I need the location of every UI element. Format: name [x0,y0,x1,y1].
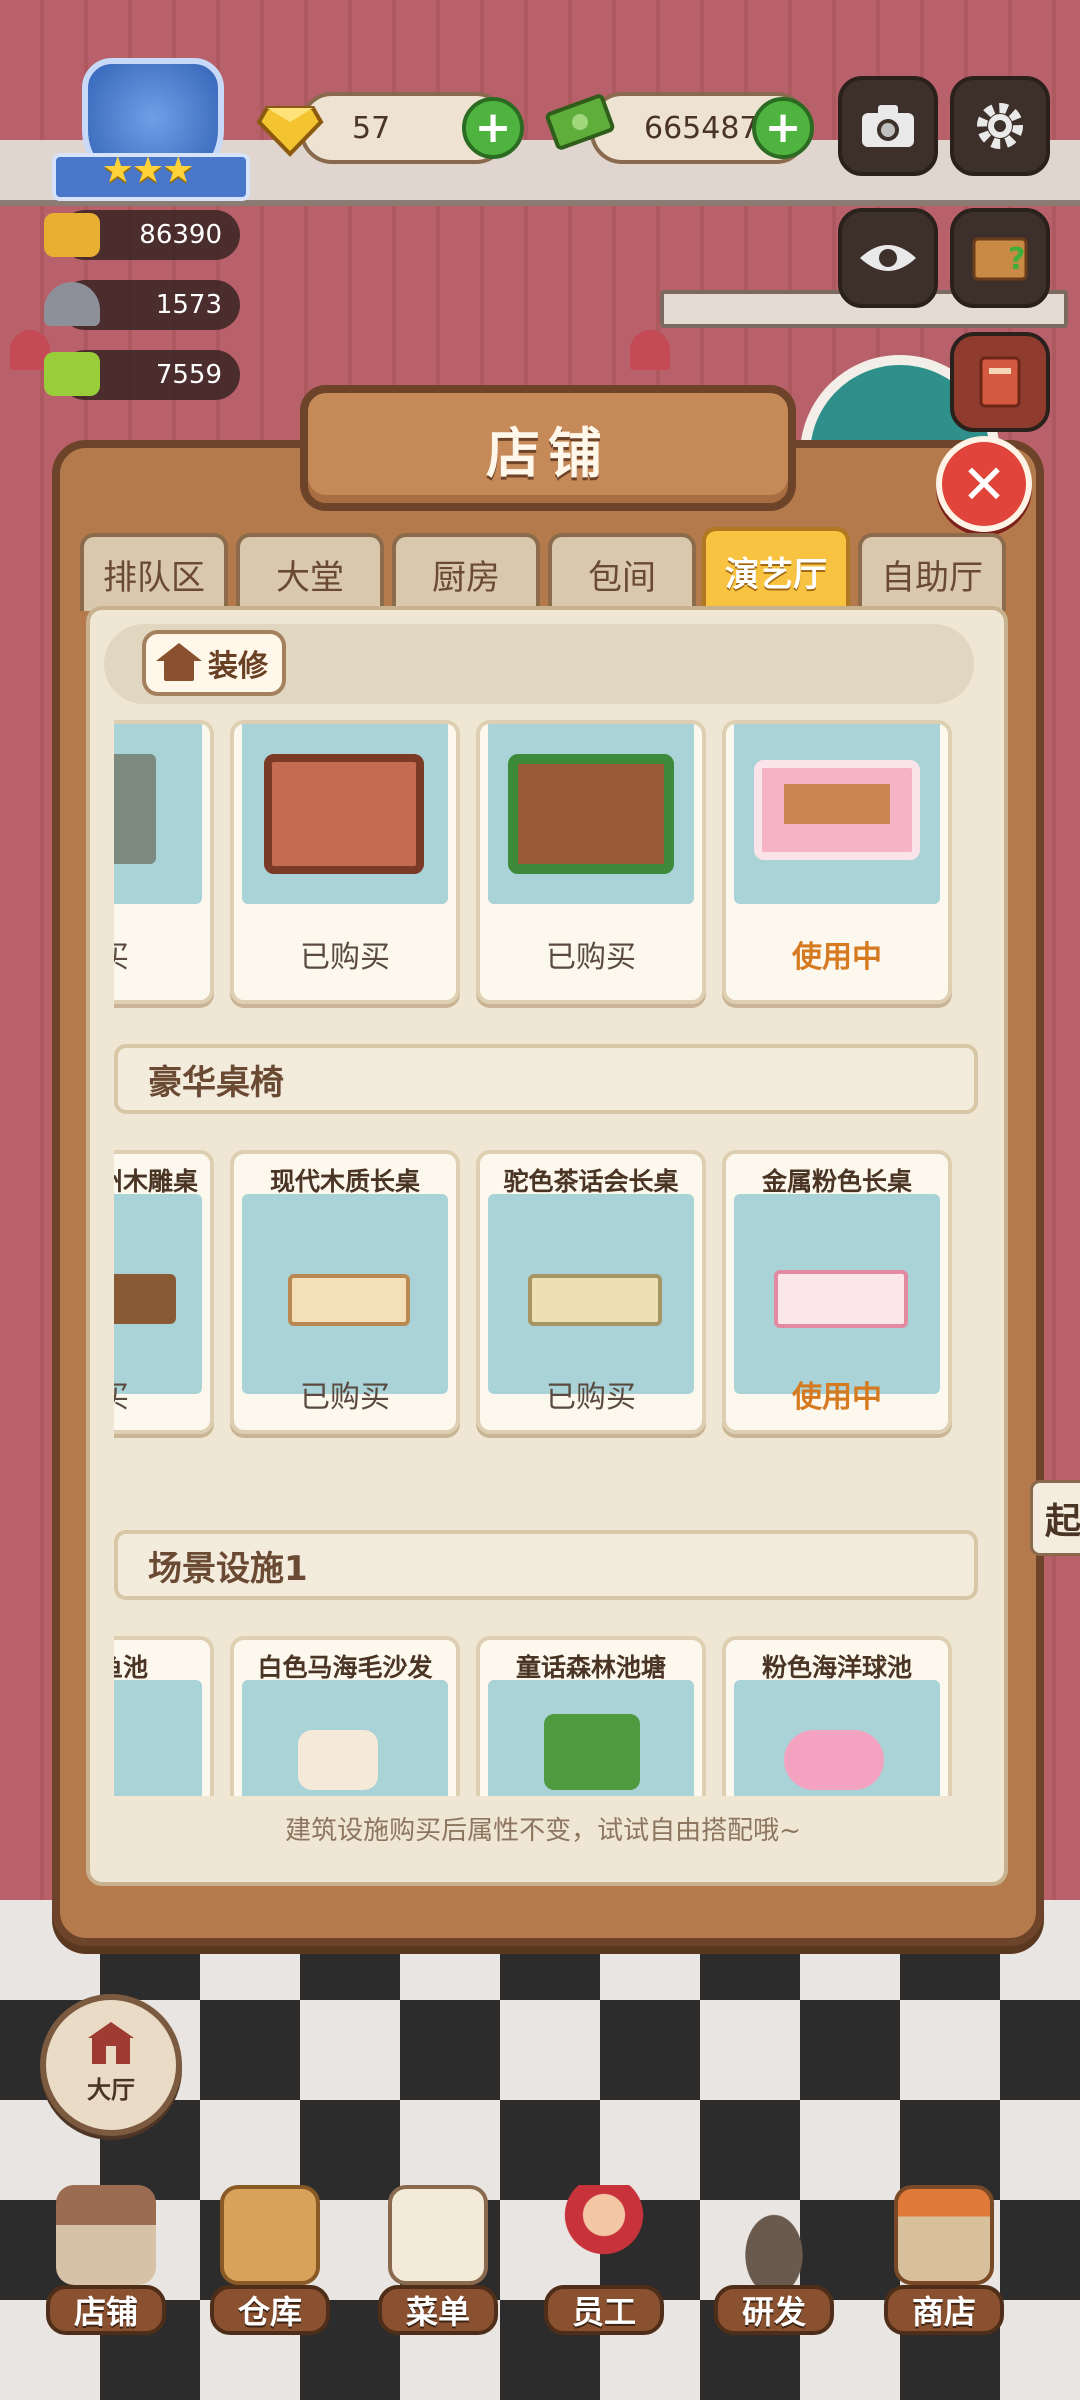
screenshot-button[interactable] [838,76,938,176]
tab-lobby[interactable]: 大堂 [236,533,384,611]
staff-chef-icon [554,2185,654,2285]
hall-building-icon [88,2022,134,2064]
card-status: 已购买 [300,1380,390,1415]
add-gems-button[interactable]: + [462,97,524,159]
close-icon: ✕ [961,452,1007,516]
stage-floor-card[interactable]: 已购买 [476,720,706,1004]
card-name: 粉色海洋球池 [761,1653,912,1682]
stage-floor-thumbnail [488,724,694,904]
gear-icon [977,103,1023,149]
nav-research[interactable]: 研发 [714,2185,834,2335]
research-pot-icon [724,2185,824,2285]
recipe-book-button[interactable] [950,332,1050,432]
stage-floor-thumbnail [114,724,202,904]
side-tab-label[interactable]: 起 [1030,1480,1080,1556]
table-thumbnail [242,1194,448,1394]
help-book-icon: ? [972,237,1028,281]
warehouse-boxes-icon [220,2185,320,2285]
svg-text:?: ? [1008,242,1025,277]
card-status: 使用中 [792,940,882,975]
table-card[interactable]: 金属粉色长桌 使用中 [722,1150,952,1434]
ticket-icon [44,352,100,396]
luxury-tables-row: 州木雕桌 购买 现代木质长桌 已购买 驼色茶话会长桌 已购买 金属粉色长桌 [114,1150,978,1440]
facility-thumbnail [488,1680,694,1796]
tab-queue-area[interactable]: 排队区 [80,533,228,611]
decorate-button[interactable]: 装修 [142,630,286,696]
tab-private-room[interactable]: 包间 [548,533,696,611]
card-name: 金属粉色长桌 [761,1167,912,1196]
stage-floor-thumbnail [734,724,940,904]
card-name: 白色马海毛沙发 [257,1653,433,1682]
tab-kitchen[interactable]: 厨房 [392,533,540,611]
card-status: 已购买 [546,940,636,975]
add-cash-button[interactable]: + [752,97,814,159]
rating-stars: ★★★ [101,150,195,191]
eye-icon [860,245,916,271]
camera-icon [862,105,914,147]
gem-amount: 57 [352,110,391,146]
card-name: 现代木质长桌 [269,1167,420,1196]
section-header: 场景设施1 [114,1530,978,1600]
nav-menu[interactable]: 菜单 [378,2185,498,2335]
shop-building-icon [56,2185,156,2285]
section-header: 豪华桌椅 [114,1044,978,1114]
card-status: 使用中 [792,1380,882,1415]
table-thumbnail [114,1194,202,1394]
table-card[interactable]: 现代木质长桌 已购买 [230,1150,460,1434]
card-name: 驼色茶话会长桌 [503,1167,679,1196]
facility-card[interactable]: 童话森林池塘 [476,1636,706,1796]
table-card[interactable]: 州木雕桌 购买 [114,1150,214,1434]
card-status: 购买 [114,932,210,976]
facility-card[interactable]: 白色马海毛沙发 [230,1636,460,1796]
stage-floor-card[interactable]: 使用中 [722,720,952,1004]
gem-icon [256,106,324,157]
stage-floor-row: 购买 已购买 已购买 使用中 [114,720,978,1010]
red-book-icon [979,356,1021,408]
nav-staff[interactable]: 员工 [544,2185,664,2335]
facility-thumbnail [114,1680,202,1796]
restaurant-rank-badge[interactable]: ★★★ [52,58,250,208]
table-card[interactable]: 驼色茶话会长桌 已购买 [476,1150,706,1434]
menu-clipboard-icon [388,2185,488,2285]
hall-label: 大厅 [87,2076,135,2104]
card-name: 鱼池 [114,1653,149,1682]
tab-performance-hall[interactable]: 演艺厅 [702,527,850,611]
settings-button[interactable] [950,76,1050,176]
card-status: 已购买 [546,1380,636,1415]
facility-card[interactable]: 粉色海洋球池 [722,1636,952,1796]
guide-book-button[interactable]: ? [950,208,1050,308]
table-thumbnail [488,1194,694,1394]
card-status: 已购买 [300,940,390,975]
stage-floor-card[interactable]: 已购买 [230,720,460,1004]
hall-button[interactable]: 大厅 [40,1994,182,2136]
close-button[interactable]: ✕ [936,436,1032,532]
nav-store[interactable]: 商店 [884,2185,1004,2335]
scene-facilities-row: 鱼池 白色马海毛沙发 童话森林池塘 粉色海洋球池 [114,1636,978,1796]
stage-floor-thumbnail [242,724,448,904]
stage-floor-card[interactable]: 购买 [114,720,214,1004]
store-front-icon [894,2185,994,2285]
facility-thumbnail [734,1680,940,1796]
nav-shop[interactable]: 店铺 [46,2185,166,2335]
card-name: 州木雕桌 [114,1167,199,1196]
cash-amount: 665487 [644,110,759,146]
panel-title: 店铺 [300,385,796,511]
tab-buffet-hall[interactable]: 自助厅 [858,533,1006,611]
house-icon [156,643,202,683]
counter-icon [44,213,100,257]
shop-content-area: 装修 购买 已购买 已购买 使用中 [86,606,1008,1886]
hint-text: 建筑设施购买后属性不变，试试自由搭配哦~ [285,1816,801,1846]
view-toggle-button[interactable] [838,208,938,308]
facility-thumbnail [242,1680,448,1796]
nav-warehouse[interactable]: 仓库 [210,2185,330,2335]
table-thumbnail [734,1194,940,1394]
card-name: 童话森林池塘 [515,1653,666,1682]
card-status: 购买 [114,1372,210,1416]
hanging-lamp [630,330,670,370]
cash-stack-icon [545,94,615,150]
facility-card[interactable]: 鱼池 [114,1636,214,1796]
